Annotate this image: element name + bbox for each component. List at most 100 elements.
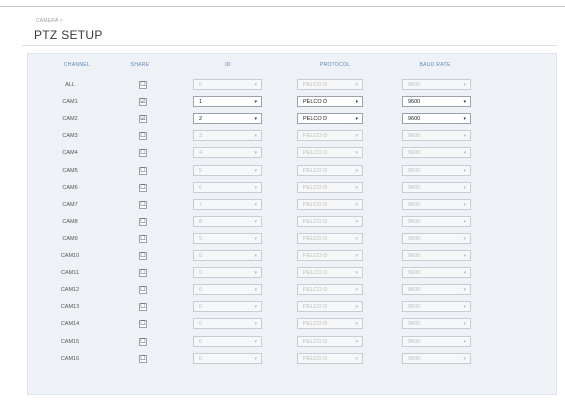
protocol-select[interactable]: PELCO D ▾ [297, 284, 363, 296]
baud-rate-select[interactable]: 9600 ▾ [402, 301, 471, 313]
id-value: 5 [199, 167, 203, 174]
baud-rate-select[interactable]: 9600 ▾ [402, 335, 471, 347]
baud-rate-select[interactable]: 9600 ▾ [402, 318, 471, 330]
share-checkbox[interactable]: ☐ [139, 303, 147, 312]
chevron-down-icon: ▾ [463, 116, 466, 123]
id-select[interactable]: 0 ▾ [193, 284, 262, 296]
id-select[interactable]: 0 ▾ [193, 250, 262, 261]
chevron-down-icon: ▾ [254, 184, 257, 191]
id-select[interactable]: 0 ▾ [193, 335, 262, 347]
chevron-down-icon: ▾ [463, 167, 466, 174]
protocol-select[interactable]: PELCO D ▾ [297, 318, 363, 330]
id-select[interactable]: 0 ▾ [193, 79, 262, 90]
protocol-select[interactable]: PELCO D ▾ [297, 96, 363, 108]
id-value: 0 [199, 338, 203, 345]
chevron-down-icon: ▾ [254, 218, 257, 225]
protocol-select[interactable]: PELCO D ▾ [297, 130, 363, 142]
chevron-down-icon: ▾ [463, 82, 466, 88]
protocol-select[interactable]: PELCO D ▾ [297, 267, 363, 279]
table-row: CAM8 ☐ 8 ▾ PELCO D ▾ 9600 ▾ [27, 214, 555, 231]
protocol-select[interactable]: PELCO D ▾ [297, 352, 363, 364]
share-checkbox[interactable]: ☑ [139, 115, 147, 124]
chevron-down-icon: ▾ [355, 133, 358, 140]
channel-label: ALL [65, 82, 75, 88]
id-select[interactable]: 3 ▾ [193, 130, 262, 142]
baud-rate-select[interactable]: 9600 ▾ [402, 267, 471, 279]
baud-rate-select[interactable]: 9600 ▾ [402, 79, 471, 90]
id-value: 0 [199, 287, 203, 294]
channel-label: CAM13 [60, 304, 80, 311]
baud-rate-select[interactable]: 9600 ▾ [402, 215, 471, 227]
id-select[interactable]: 9 ▾ [193, 232, 262, 244]
baud-rate-select[interactable]: 9600 ▾ [402, 250, 471, 261]
protocol-select[interactable]: PELCO D ▾ [297, 198, 363, 210]
id-select[interactable]: 5 ▾ [193, 164, 262, 176]
baud-rate-select[interactable]: 9600 ▾ [402, 181, 471, 193]
id-select[interactable]: 8 ▾ [193, 215, 262, 227]
baud-rate-select[interactable]: 9600 ▾ [402, 284, 471, 296]
baud-rate-select[interactable]: 9600 ▾ [402, 147, 471, 159]
table-row: CAM2 ☑ 2 ▾ PELCO D ▾ 9600 ▾ [27, 111, 555, 128]
share-checkbox[interactable]: ☐ [139, 200, 147, 209]
table-row: CAM16 ☐ 0 ▾ PELCO D ▾ 9600 ▾ [27, 351, 555, 368]
protocol-select[interactable]: PELCO D ▾ [297, 79, 363, 90]
share-checkbox[interactable]: ☐ [139, 217, 147, 226]
protocol-value: PELCO D [303, 116, 328, 123]
id-select[interactable]: 1 ▾ [193, 96, 262, 108]
share-checkbox[interactable]: ☑ [139, 98, 147, 107]
id-select[interactable]: 0 ▾ [193, 267, 262, 279]
share-checkbox[interactable]: ☐ [139, 286, 147, 295]
table-row: CAM4 ☐ 4 ▾ PELCO D ▾ 9600 ▾ [27, 145, 555, 162]
chevron-down-icon: ▾ [355, 201, 358, 208]
id-value: 9 [199, 235, 203, 242]
protocol-value: PELCO D [303, 82, 328, 88]
id-select[interactable]: 0 ▾ [193, 318, 262, 330]
share-checkbox[interactable]: ☐ [139, 252, 147, 260]
share-checkbox[interactable]: ☐ [139, 183, 147, 192]
baud-rate-value: 9600 [408, 355, 421, 362]
id-value: 0 [199, 321, 203, 328]
id-select[interactable]: 6 ▾ [193, 181, 262, 193]
protocol-select[interactable]: PELCO D ▾ [297, 164, 363, 176]
baud-rate-select[interactable]: 9600 ▾ [402, 113, 471, 125]
share-checkbox[interactable]: ☐ [139, 269, 147, 278]
chevron-down-icon: ▾ [254, 321, 257, 328]
protocol-select[interactable]: PELCO D ▾ [297, 215, 363, 227]
baud-rate-value: 9600 [408, 150, 421, 157]
id-value: 0 [199, 270, 203, 277]
protocol-select[interactable]: PELCO D ▾ [297, 250, 363, 261]
baud-rate-select[interactable]: 9600 ▾ [402, 96, 471, 108]
share-checkbox[interactable]: ☐ [139, 234, 147, 243]
chevron-down-icon: ▾ [355, 304, 358, 311]
id-select[interactable]: 0 ▾ [193, 352, 262, 364]
chevron-down-icon: ▾ [463, 218, 466, 225]
id-select[interactable]: 2 ▾ [193, 113, 262, 125]
baud-rate-select[interactable]: 9600 ▾ [402, 130, 471, 142]
share-checkbox[interactable]: ☐ [139, 81, 147, 89]
channel-label: CAM14 [60, 321, 80, 328]
baud-rate-select[interactable]: 9600 ▾ [402, 232, 471, 244]
baud-rate-select[interactable]: 9600 ▾ [402, 164, 471, 176]
id-select[interactable]: 4 ▾ [193, 147, 262, 159]
id-select[interactable]: 7 ▾ [193, 198, 262, 210]
baud-rate-select[interactable]: 9600 ▾ [402, 352, 471, 364]
table-row: CAM5 ☐ 5 ▾ PELCO D ▾ 9600 ▾ [27, 163, 555, 180]
protocol-select[interactable]: PELCO D ▾ [297, 232, 363, 244]
share-checkbox[interactable]: ☐ [139, 354, 147, 363]
table-row: CAM10 ☐ 0 ▾ PELCO D ▾ 9600 ▾ [27, 248, 555, 265]
table-row: CAM15 ☐ 0 ▾ PELCO D ▾ 9600 ▾ [27, 334, 555, 351]
share-checkbox[interactable]: ☐ [139, 337, 147, 346]
share-checkbox[interactable]: ☐ [139, 320, 147, 329]
share-checkbox[interactable]: ☐ [139, 166, 147, 175]
protocol-select[interactable]: PELCO D ▾ [297, 147, 363, 159]
protocol-select[interactable]: PELCO D ▾ [297, 301, 363, 313]
protocol-select[interactable]: PELCO D ▾ [297, 181, 363, 193]
baud-rate-select[interactable]: 9600 ▾ [402, 198, 471, 210]
share-checkbox[interactable]: ☐ [139, 149, 147, 158]
page-title: PTZ SETUP [34, 28, 103, 42]
protocol-select[interactable]: PELCO D ▾ [297, 113, 363, 125]
id-select[interactable]: 0 ▾ [193, 301, 262, 313]
protocol-select[interactable]: PELCO D ▾ [297, 335, 363, 347]
table-row: CAM14 ☐ 0 ▾ PELCO D ▾ 9600 ▾ [27, 316, 555, 333]
share-checkbox[interactable]: ☐ [139, 132, 147, 141]
